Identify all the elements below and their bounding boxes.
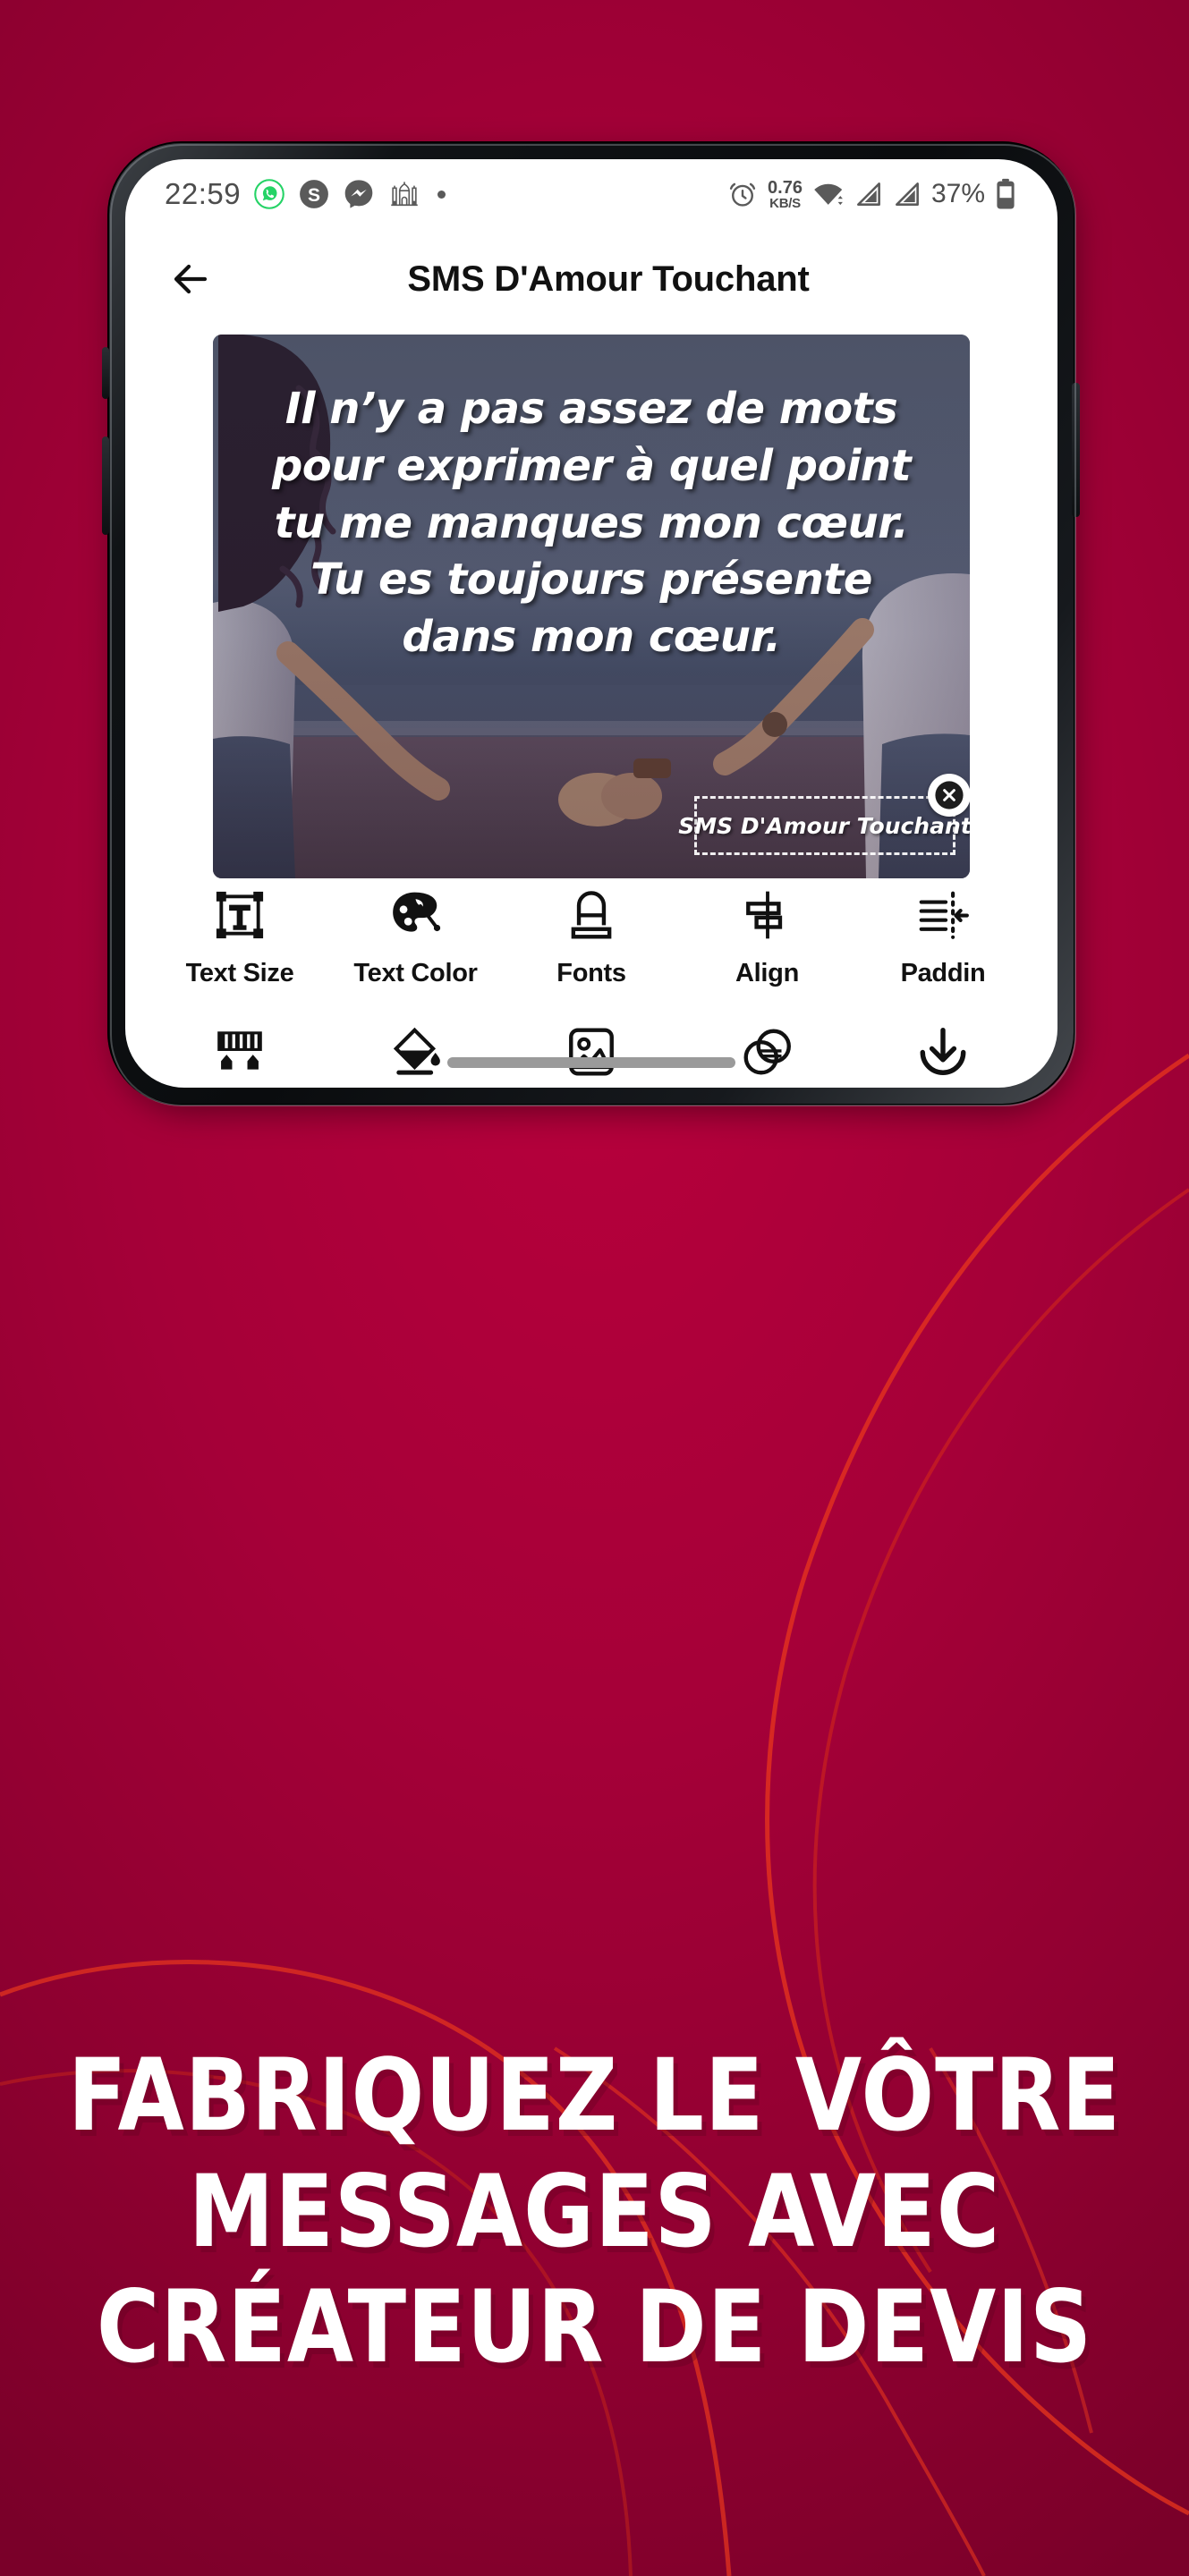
- padding-icon: [915, 884, 971, 946]
- tool-fonts[interactable]: Fonts: [507, 884, 675, 988]
- tool-label: Text Color: [353, 959, 478, 987]
- align-icon: [740, 884, 795, 946]
- network-speed-unit: KB/S: [769, 195, 801, 211]
- page-title: SMS D'Amour Touchant: [407, 258, 810, 299]
- phone-body: 22:59 S 0.76 KB/S 37% SMS D'Amour Toucha…: [102, 141, 1080, 1106]
- signal-bars-icon: [857, 182, 880, 206]
- tool-align[interactable]: Align: [684, 884, 852, 988]
- status-bar: 22:59 S 0.76 KB/S 37%: [125, 159, 1057, 229]
- tool-label: Align: [735, 959, 799, 987]
- svg-text:S: S: [308, 185, 320, 206]
- arrow-left-icon: [174, 264, 208, 294]
- tool-save[interactable]: Save: [859, 1021, 1027, 1088]
- messenger-icon: [344, 180, 373, 208]
- status-time: 22:59: [165, 177, 242, 210]
- gradient-icon: [212, 1021, 268, 1083]
- tool-row-2: Gradient Color: [156, 1021, 1027, 1088]
- status-bar-right: 0.76 KB/S 37%: [727, 178, 1016, 210]
- wifi-icon: [814, 183, 843, 206]
- mosque-icon: [391, 182, 418, 207]
- skype-icon: S: [300, 180, 328, 208]
- tool-label: Paddin: [900, 959, 986, 987]
- quote-preview-card[interactable]: Il n’y a pas assez de mots pour exprimer…: [213, 335, 970, 878]
- watermark-box[interactable]: SMS D'Amour Touchant: [678, 774, 970, 855]
- download-icon: [915, 1021, 971, 1083]
- font-stamp-icon: [564, 884, 619, 946]
- promo-line-2: MESSAGES AVEC: [188, 2153, 1001, 2270]
- watermark-label: SMS D'Amour Touchant: [678, 812, 970, 839]
- tool-label: Text Size: [185, 959, 294, 987]
- tool-text-color[interactable]: Text Color: [332, 884, 500, 988]
- palette-icon: [388, 884, 444, 946]
- phone-mockup: 22:59 S 0.76 KB/S 37% SMS D'Amour Toucha…: [102, 141, 1083, 1113]
- signal-bars-icon: [896, 182, 919, 206]
- network-speed-value: 0.76: [768, 177, 803, 198]
- watermark-close-button[interactable]: [928, 774, 970, 817]
- tool-opacity[interactable]: Opacity: [684, 1021, 852, 1088]
- tool-row-1: Text Size Text Color Fonts Align Paddin: [156, 884, 1027, 988]
- tool-gradient[interactable]: Gradient: [156, 1021, 324, 1088]
- tool-label: Fonts: [556, 959, 626, 987]
- tool-image[interactable]: Image: [507, 1021, 675, 1088]
- promo-line-1: FABRIQUEZ LE VÔTRE: [67, 2037, 1122, 2154]
- promo-line-3: CRÉATEUR DE DEVIS: [96, 2268, 1093, 2385]
- status-separator-dot: [437, 190, 446, 199]
- tool-color[interactable]: Color: [332, 1021, 500, 1088]
- alarm-icon: [729, 182, 756, 207]
- back-button[interactable]: [163, 251, 218, 307]
- tool-text-size[interactable]: Text Size: [156, 884, 324, 988]
- app-bar: SMS D'Amour Touchant: [125, 229, 1057, 329]
- paint-bucket-icon: [388, 1021, 444, 1083]
- battery-percent-label: 37%: [930, 179, 985, 208]
- phone-screen: 22:59 S 0.76 KB/S 37% SMS D'Amour Toucha…: [125, 159, 1057, 1088]
- quote-text: Il n’y a pas assez de mots pour exprimer…: [271, 384, 912, 663]
- home-indicator-bar[interactable]: [447, 1057, 735, 1068]
- phone-side-button: [102, 347, 109, 399]
- battery-icon: [997, 178, 1015, 209]
- image-icon: [564, 1021, 619, 1083]
- promo-headline: FABRIQUEZ LE VÔTRE MESSAGES AVEC CRÉATEU…: [0, 2040, 1189, 2383]
- status-bar-left: 22:59 S: [165, 177, 449, 211]
- close-icon: [935, 781, 964, 809]
- network-speed-indicator: 0.76 KB/S: [768, 179, 803, 210]
- tool-padding[interactable]: Paddin: [859, 884, 1027, 988]
- whatsapp-icon: [254, 179, 285, 209]
- phone-power-button: [1072, 383, 1080, 517]
- text-size-icon: [212, 884, 268, 946]
- screenshot-root: 22:59 S 0.76 KB/S 37% SMS D'Amour Toucha…: [0, 0, 1189, 2576]
- opacity-circles-icon: [740, 1021, 795, 1083]
- phone-volume-button: [102, 436, 109, 535]
